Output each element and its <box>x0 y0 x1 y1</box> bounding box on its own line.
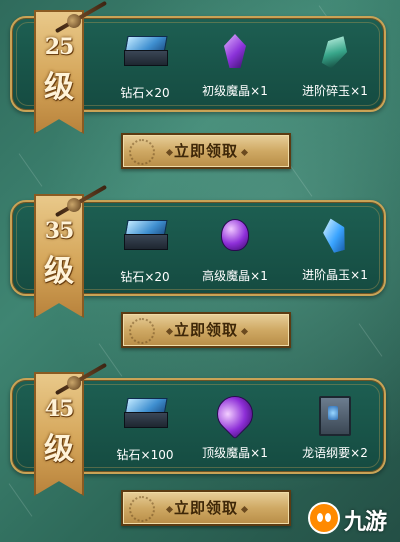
claim-button[interactable]: 立即领取 <box>121 312 291 348</box>
diamond-chest-icon <box>100 36 190 76</box>
purple-crystal-icon <box>190 34 280 74</box>
claim-button-label: 立即领取 <box>173 321 238 339</box>
purple-gem-icon <box>190 219 280 259</box>
rain-streak <box>288 163 313 197</box>
reward-item: 钻石×20 <box>100 32 190 101</box>
purple-teardrop-gem-icon <box>190 388 280 440</box>
reward-label: 进阶晶玉×1 <box>302 268 368 282</box>
claim-button[interactable]: 立即领取 <box>121 133 291 169</box>
jade-shard-icon <box>290 34 380 74</box>
rain-streak <box>18 153 43 187</box>
reward-item: 龙语纲要×2 <box>290 394 380 461</box>
reward-item: 钻石×20 <box>100 216 190 285</box>
level-number: 25 <box>44 34 75 60</box>
claim-button-label: 立即领取 <box>173 142 238 160</box>
jiuyou-logo-icon <box>308 502 340 534</box>
reward-label: 初级魔晶×1 <box>202 84 268 98</box>
reward-label: 钻石×20 <box>120 86 170 100</box>
reward-label: 进阶碎玉×1 <box>302 84 368 98</box>
claim-button-label: 立即领取 <box>173 499 238 517</box>
dragon-book-icon <box>290 396 380 436</box>
diamond-chest-icon <box>100 220 190 260</box>
rain-streak <box>8 483 33 517</box>
reward-item: 高级魔晶×1 <box>190 216 280 284</box>
level-unit: 级 <box>44 432 74 467</box>
reward-item: 进阶碎玉×1 <box>290 32 380 99</box>
reward-label: 高级魔晶×1 <box>202 269 268 283</box>
reward-label: 钻石×100 <box>116 448 174 462</box>
reward-item: 进阶晶玉×1 <box>290 216 380 283</box>
watermark: 九游 <box>308 500 394 536</box>
reward-label: 顶级魔晶×1 <box>202 446 268 460</box>
reward-item: 钻石×100 <box>100 394 190 463</box>
reward-item: 初级魔晶×1 <box>190 32 280 99</box>
reward-label: 龙语纲要×2 <box>302 446 368 460</box>
rain-streak <box>358 323 383 357</box>
level-unit: 级 <box>44 254 74 289</box>
level-number: 35 <box>44 218 75 244</box>
level-number: 45 <box>44 396 75 422</box>
watermark-text: 九游 <box>344 510 387 535</box>
level-unit: 级 <box>44 70 74 105</box>
claim-button[interactable]: 立即领取 <box>121 490 291 526</box>
reward-item: 顶级魔晶×1 <box>190 388 280 461</box>
reward-label: 钻石×20 <box>120 270 170 284</box>
blue-crystal-icon <box>290 218 380 258</box>
diamond-chest-icon <box>100 398 190 438</box>
